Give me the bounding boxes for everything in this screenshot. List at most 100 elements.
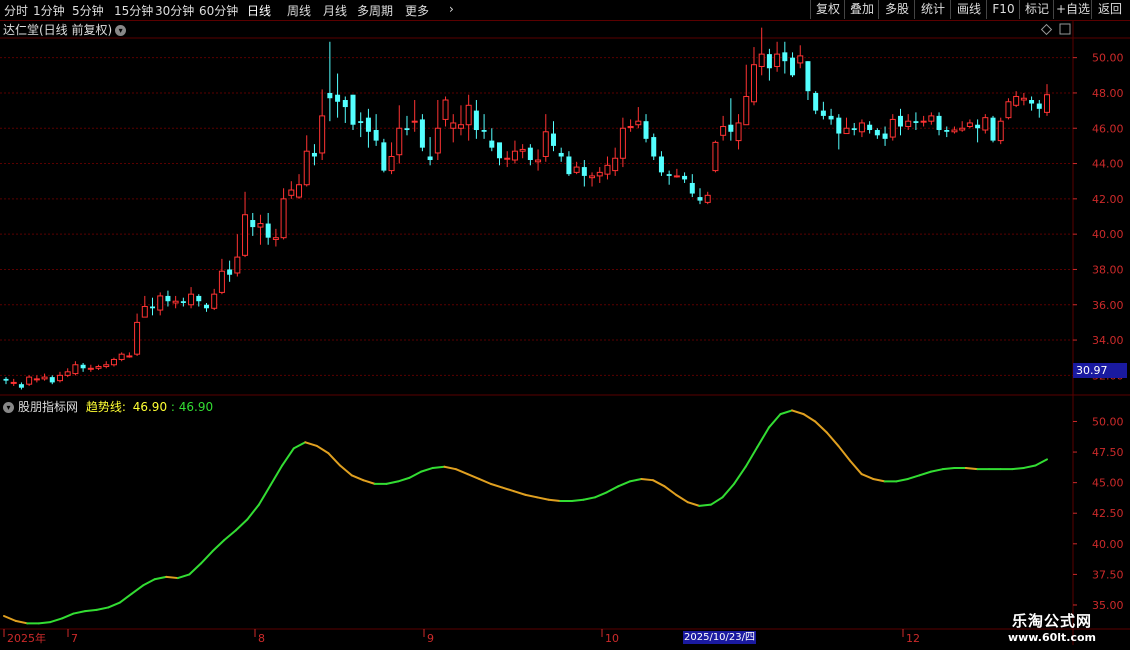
trend-line-segment-65: [756, 426, 770, 449]
trend-line-segment-42: [489, 482, 504, 489]
candle-body-16: [126, 355, 133, 358]
candle-body-1: [10, 381, 17, 384]
candle-body-64: [497, 142, 503, 159]
x-axis-label-4: 10: [605, 632, 619, 645]
candle-body-82: [635, 120, 642, 126]
candle-body-103: [797, 55, 804, 64]
trend-line-segment-70: [814, 420, 828, 434]
trend-line-segment-18: [211, 539, 226, 553]
candle-body-113: [874, 130, 880, 136]
candle-body-2: [18, 384, 24, 388]
candle-body-8: [64, 371, 71, 376]
candle-body-101: [782, 52, 788, 62]
trend-line-segment-83: [964, 466, 979, 471]
candle-body-78: [604, 164, 611, 175]
trend-line-segment-46: [536, 496, 550, 501]
indicator-axis-label-1: 47.50: [1092, 446, 1124, 459]
candle-body-40: [311, 152, 317, 157]
trend-line-segment-0: [3, 614, 17, 622]
trend-line-segment-62: [721, 482, 736, 499]
candle-body-63: [489, 140, 495, 148]
indicator-axis-label-4: 40.00: [1092, 538, 1124, 551]
trend-line-segment-29: [339, 464, 353, 477]
candle-body-36: [280, 198, 287, 239]
trend-line-segment-34: [397, 476, 411, 483]
trend-line-segment-45: [524, 493, 539, 499]
candle-body-32: [250, 220, 256, 228]
x-axis-label-5: 12: [906, 632, 920, 645]
price-axis-label-5: 40.00: [1092, 228, 1124, 241]
candle-body-5: [41, 376, 48, 380]
candle-body-18: [141, 306, 148, 318]
trend-line-segment-43: [501, 486, 515, 493]
trend-line-segment-59: [686, 501, 701, 507]
trend-line-segment-37: [431, 465, 446, 469]
trend-line-segment-71: [825, 431, 840, 447]
trend-line-segment-36: [420, 466, 434, 473]
candle-body-68: [527, 147, 533, 161]
watermark-title: 乐淘公式网: [1011, 612, 1092, 630]
panel-toggle-icon: [1059, 23, 1071, 35]
indicator-axis-label-0: 50.00: [1092, 415, 1124, 428]
trend-line-segment-14: [165, 575, 179, 580]
candle-body-123: [951, 129, 958, 133]
candle-body-10: [80, 364, 86, 369]
candle-body-56: [434, 127, 441, 154]
candle-body-112: [867, 124, 873, 131]
candle-body-86: [666, 174, 672, 176]
trend-line-segment-39: [454, 468, 469, 476]
last-price-tag: 30.97: [1073, 363, 1127, 378]
watermark: 乐淘公式网 www.60lt.com: [996, 610, 1108, 644]
candle-body-14: [110, 358, 117, 366]
candle-body-100: [774, 53, 781, 67]
trend-line-segment-11: [130, 584, 145, 595]
trend-line-segment-58: [675, 493, 689, 504]
candle-body-3: [26, 376, 33, 385]
trend-line-segment-15: [176, 573, 191, 580]
indicator-axis-label-2: 45.00: [1092, 477, 1124, 490]
trend-line-segment-27: [315, 444, 330, 455]
candle-body-98: [758, 53, 765, 67]
trend-line-segment-4: [49, 617, 63, 624]
candle-body-65: [504, 157, 511, 160]
candle-body-46: [358, 121, 364, 123]
trend-line-segment-49: [570, 498, 585, 502]
trend-line-segment-87: [1011, 466, 1025, 471]
candle-body-134: [1036, 103, 1042, 109]
candle-body-91: [704, 194, 711, 203]
chart-canvas[interactable]: 50.00 48.00 46.00 44.00 42.00 40.00 38.00 36.00…: [0, 0, 1130, 650]
trend-line-segment-54: [628, 477, 643, 483]
x-axis-label-0: 2025年: [7, 631, 46, 645]
indicator-axis-label-3: 42.50: [1092, 507, 1124, 520]
trend-line-segment-41: [478, 477, 492, 485]
price-axis-label-2: 46.00: [1092, 122, 1124, 135]
candle-body-20: [157, 295, 164, 311]
candle-body-72: [558, 152, 564, 157]
trend-line-segment-9: [107, 601, 121, 609]
trend-line-segment-89: [1034, 458, 1048, 467]
candle-body-126: [975, 124, 981, 129]
candle-body-47: [365, 117, 371, 132]
candle-body-121: [936, 115, 942, 131]
trend-line-segment-13: [153, 575, 168, 581]
candle-body-83: [643, 121, 649, 139]
candle-body-7: [56, 374, 63, 382]
watermark-url: www.60lt.com: [1007, 631, 1097, 644]
trend-line-segment-19: [223, 529, 237, 542]
candle-body-97: [750, 64, 757, 103]
candle-body-105: [813, 92, 819, 111]
candle-body-93: [720, 125, 727, 136]
trend-line-segment-74: [860, 473, 875, 480]
candle-body-60: [465, 104, 472, 126]
candle-body-39: [303, 150, 310, 186]
candle-body-21: [165, 295, 171, 302]
candle-body-48: [373, 130, 379, 141]
candle-body-52: [404, 128, 410, 131]
trend-line-segment-63: [733, 465, 747, 485]
candle-body-118: [913, 121, 919, 123]
candle-body-24: [188, 293, 195, 306]
candle-body-37: [288, 189, 295, 196]
candle-body-49: [381, 142, 387, 171]
candle-body-80: [619, 127, 626, 159]
candle-body-4: [33, 378, 40, 381]
